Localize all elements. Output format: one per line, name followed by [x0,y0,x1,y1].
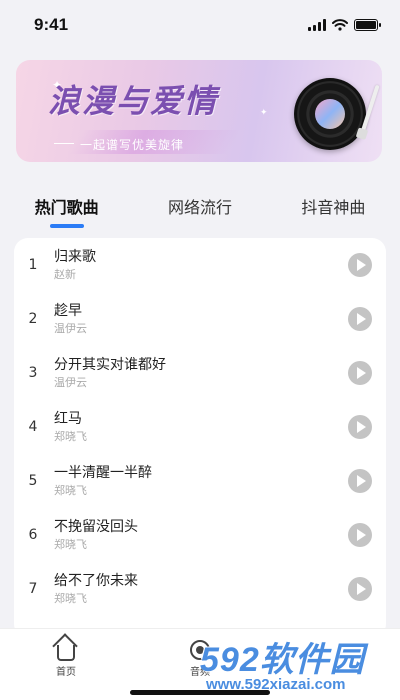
banner-title: 浪漫与爱情 [48,82,219,120]
play-button[interactable] [348,577,372,601]
song-row[interactable]: 1 归来歌 赵新 [14,238,386,292]
song-rank: 1 [28,257,38,273]
cellular-signal-icon [308,19,326,31]
song-title: 趁早 [54,303,82,319]
category-tabs: 热门歌曲 网络流行 抖音神曲 [0,186,400,226]
home-indicator [130,690,270,695]
song-rank: 4 [28,419,38,435]
play-icon [357,529,366,541]
play-button[interactable] [348,361,372,385]
watermark-logo: 592软件园 [200,641,365,679]
song-title: 不挽留没回头 [54,519,138,535]
nav-home-label: 首页 [56,667,76,678]
sparkle-icon: ✦ [260,108,268,118]
song-row[interactable]: 6 不挽留没回头 郑晓飞 [14,508,386,562]
song-info: 不挽留没回头 郑晓飞 [54,517,348,553]
play-button[interactable] [348,469,372,493]
play-button[interactable] [348,307,372,331]
song-title: 分开其实对谁都好 [54,357,166,373]
song-info: 归来歌 赵新 [54,247,348,283]
song-rank: 7 [28,581,38,597]
play-icon [357,367,366,379]
play-button[interactable] [348,523,372,547]
tab-douyin-hits[interactable]: 抖音神曲 [297,186,369,226]
battery-icon [354,19,381,31]
song-row[interactable]: 7 给不了你未来 郑晓飞 [14,562,386,616]
play-icon [357,313,366,325]
song-artist: 温伊云 [54,322,87,335]
status-icons [308,19,381,31]
song-info: 一半清醒一半醉 郑晓飞 [54,463,348,499]
play-icon [357,259,366,271]
song-artist: 郑晓飞 [54,484,87,497]
song-artist: 郑晓飞 [54,538,87,551]
play-button[interactable] [348,415,372,439]
song-info: 分开其实对谁都好 温伊云 [54,355,348,391]
song-rank: 5 [28,473,38,489]
song-title: 归来歌 [54,249,96,265]
vinyl-record-icon [294,78,366,150]
tab-hot-songs[interactable]: 热门歌曲 [31,186,103,226]
promo-banner[interactable]: ✦ ✦ 浪漫与爱情 一起谱写优美旋律 [16,60,382,162]
song-artist: 郑晓飞 [54,430,87,443]
song-artist: 郑晓飞 [54,592,87,605]
song-row[interactable]: 4 红马 郑晓飞 [14,400,386,454]
song-rank: 6 [28,527,38,543]
banner-subtitle: 一起谱写优美旋律 [53,138,185,152]
song-title: 给不了你未来 [54,573,138,589]
song-info: 趁早 温伊云 [54,301,348,337]
song-row[interactable]: 5 一半清醒一半醉 郑晓飞 [14,454,386,508]
song-info: 红马 郑晓飞 [54,409,348,445]
song-info: 给不了你未来 郑晓飞 [54,571,348,607]
play-button[interactable] [348,253,372,277]
play-icon [357,475,366,487]
song-rank: 3 [28,365,38,381]
status-time: 9:41 [34,15,69,34]
song-title: 红马 [54,411,82,427]
play-icon [357,421,366,433]
song-row[interactable]: 2 趁早 温伊云 [14,292,386,346]
song-artist: 温伊云 [54,376,87,389]
song-list: 1 归来歌 赵新 2 趁早 温伊云 3 分开其实对谁都好 温伊云 4 红马 郑晓… [14,238,386,638]
song-title: 一半清醒一半醉 [54,465,152,481]
song-row[interactable]: 3 分开其实对谁都好 温伊云 [14,346,386,400]
play-icon [357,583,366,595]
song-artist: 赵新 [54,268,76,281]
home-icon [55,639,77,661]
wifi-icon [332,19,348,31]
tab-internet-hits[interactable]: 网络流行 [164,186,236,226]
song-rank: 2 [28,311,38,327]
nav-home[interactable]: 首页 [36,639,96,678]
status-bar: 9:41 [0,0,400,50]
